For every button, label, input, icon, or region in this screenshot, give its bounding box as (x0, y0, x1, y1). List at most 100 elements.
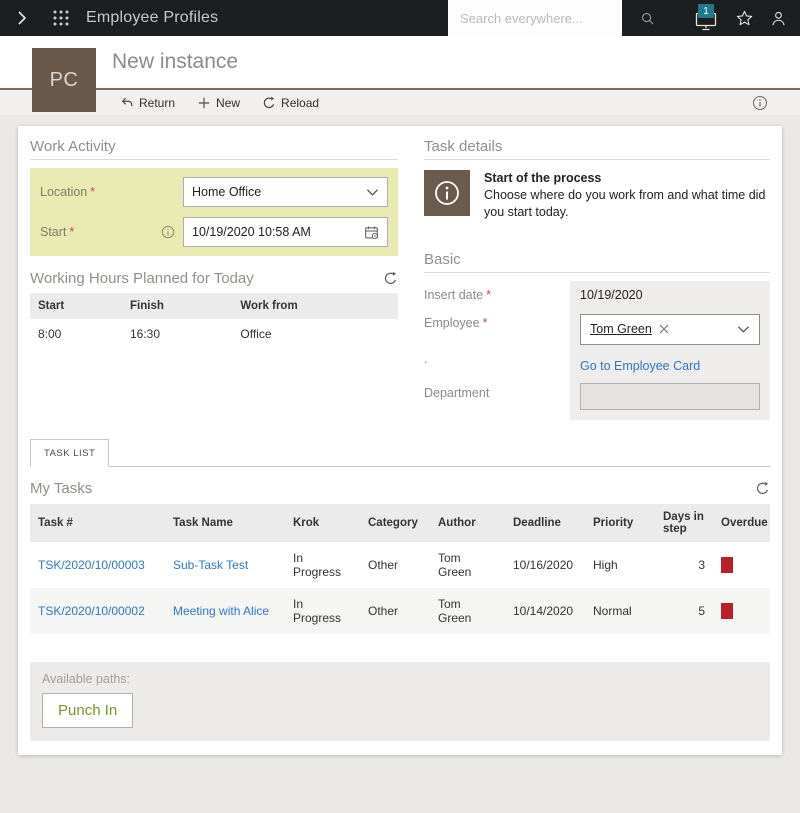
app-title: Employee Profiles (86, 9, 218, 27)
employee-link-row: . Go to Employee Card (424, 345, 770, 379)
task-category: Other (360, 588, 430, 634)
task-days: 3 (655, 542, 713, 588)
my-tasks-table: Task # Task Name Krok Category Author De… (30, 504, 770, 634)
toolbar: Return New Reload (0, 90, 800, 115)
col-task-id: Task # (30, 504, 165, 542)
topbar: Employee Profiles 1 (0, 0, 800, 36)
tab-strip: TASK LIST (30, 438, 770, 467)
topbar-icons: 1 (694, 0, 788, 36)
task-details-title: Task details (424, 138, 770, 160)
task-krok: In Progress (285, 588, 360, 634)
step-info-text: Start of the process Choose where do you… (484, 170, 770, 221)
task-author: Tom Green (430, 542, 505, 588)
task-row: TSK/2020/10/00003 Sub-Task Test In Progr… (30, 542, 770, 588)
start-datetime-input[interactable]: 10/19/2020 10:58 AM (183, 217, 388, 247)
tab-task-list[interactable]: TASK LIST (30, 439, 109, 467)
col-overdue: Overdue (713, 504, 770, 542)
favorites-star-icon[interactable] (735, 9, 754, 28)
field-info-icon[interactable] (161, 225, 175, 239)
expand-sidebar-icon[interactable] (14, 10, 30, 26)
wh-workfrom: Office (232, 319, 398, 349)
employee-row: Employee* Tom Green (424, 309, 770, 345)
task-id-link[interactable]: TSK/2020/10/00003 (38, 558, 145, 572)
task-id-link[interactable]: TSK/2020/10/00002 (38, 604, 145, 618)
my-tasks-title: My Tasks (30, 480, 92, 497)
department-row: Department (424, 379, 770, 420)
location-label: Location* (40, 185, 183, 199)
task-name-link[interactable]: Sub-Task Test (173, 558, 248, 572)
working-hours-row: 8:00 16:30 Office (30, 319, 398, 349)
col-deadline: Deadline (505, 504, 585, 542)
return-button[interactable]: Return (120, 96, 175, 110)
start-value: 10/19/2020 10:58 AM (192, 225, 311, 239)
reload-label: Reload (281, 96, 319, 110)
search-box[interactable] (448, 0, 622, 36)
plus-icon (197, 96, 211, 110)
main-area: Work Activity Location* Home Office (0, 126, 800, 813)
start-label: Start* (40, 225, 161, 239)
calendar-clock-icon[interactable] (364, 225, 379, 240)
punch-in-button[interactable]: Punch In (42, 693, 133, 728)
task-days: 5 (655, 588, 713, 634)
employee-chip[interactable]: Tom Green (590, 322, 652, 336)
task-priority: High (585, 542, 655, 588)
col-task-name: Task Name (165, 504, 285, 542)
employee-picker[interactable]: Tom Green (580, 314, 760, 345)
location-value: Home Office (192, 185, 261, 199)
refresh-icon[interactable] (755, 481, 770, 496)
col-priority: Priority (585, 504, 655, 542)
search-input[interactable] (448, 11, 640, 26)
new-button[interactable]: New (197, 96, 240, 110)
required-asterisk: * (483, 316, 488, 330)
process-avatar: PC (32, 48, 96, 112)
my-tasks-header: My Tasks (30, 480, 770, 497)
required-asterisk: * (90, 185, 95, 199)
work-activity-fields: Location* Home Office Start* (30, 168, 398, 256)
employee-label: Employee* (424, 309, 570, 330)
insert-date-value: 10/19/2020 (580, 281, 760, 309)
task-author: Tom Green (430, 588, 505, 634)
working-hours-header: Working Hours Planned for Today (30, 270, 398, 287)
available-paths: Available paths: Punch In (30, 662, 770, 741)
overdue-indicator (721, 603, 733, 619)
refresh-icon[interactable] (383, 271, 398, 286)
task-name-link[interactable]: Meeting with Alice (173, 604, 269, 618)
department-label: Department (424, 379, 570, 400)
notification-count-badge: 1 (698, 4, 714, 18)
col-author: Author (430, 504, 505, 542)
location-select[interactable]: Home Office (183, 177, 388, 207)
step-info-row: Start of the process Choose where do you… (424, 170, 770, 221)
required-asterisk: * (486, 288, 491, 302)
page-title: New instance (112, 50, 238, 74)
working-hours-table: Start Finish Work from 8:00 16:30 Office (30, 293, 398, 349)
undo-icon (120, 96, 134, 110)
task-row: TSK/2020/10/00002 Meeting with Alice In … (30, 588, 770, 634)
chevron-down-icon[interactable] (366, 188, 379, 197)
reload-button[interactable]: Reload (262, 96, 319, 110)
wh-col-finish: Finish (122, 293, 232, 319)
reload-icon (262, 96, 276, 110)
user-profile-icon[interactable] (769, 9, 788, 28)
work-activity-title: Work Activity (30, 138, 398, 160)
working-hours-title: Working Hours Planned for Today (30, 270, 254, 287)
notifications-button[interactable]: 1 (694, 5, 720, 31)
go-to-employee-card-link[interactable]: Go to Employee Card (580, 359, 700, 373)
app-grid-icon[interactable] (52, 9, 70, 27)
department-input[interactable] (580, 383, 760, 410)
wh-col-start: Start (30, 293, 122, 319)
start-field-row: Start* 10/19/2020 10:58 AM (40, 217, 388, 247)
task-priority: Normal (585, 588, 655, 634)
info-button[interactable] (752, 95, 768, 111)
basic-fields: Insert date* 10/19/2020 Employee* Tom Gr… (424, 281, 770, 420)
available-paths-label: Available paths: (42, 672, 758, 686)
insert-date-row: Insert date* 10/19/2020 (424, 281, 770, 309)
chevron-down-icon[interactable] (737, 325, 750, 334)
wh-start: 8:00 (30, 319, 122, 349)
location-field-row: Location* Home Office (40, 177, 388, 207)
col-category: Category (360, 504, 430, 542)
task-krok: In Progress (285, 542, 360, 588)
col-days-in-step: Days in step (655, 504, 713, 542)
wh-finish: 16:30 (122, 319, 232, 349)
search-icon[interactable] (640, 11, 655, 26)
remove-employee-icon[interactable] (659, 324, 669, 334)
